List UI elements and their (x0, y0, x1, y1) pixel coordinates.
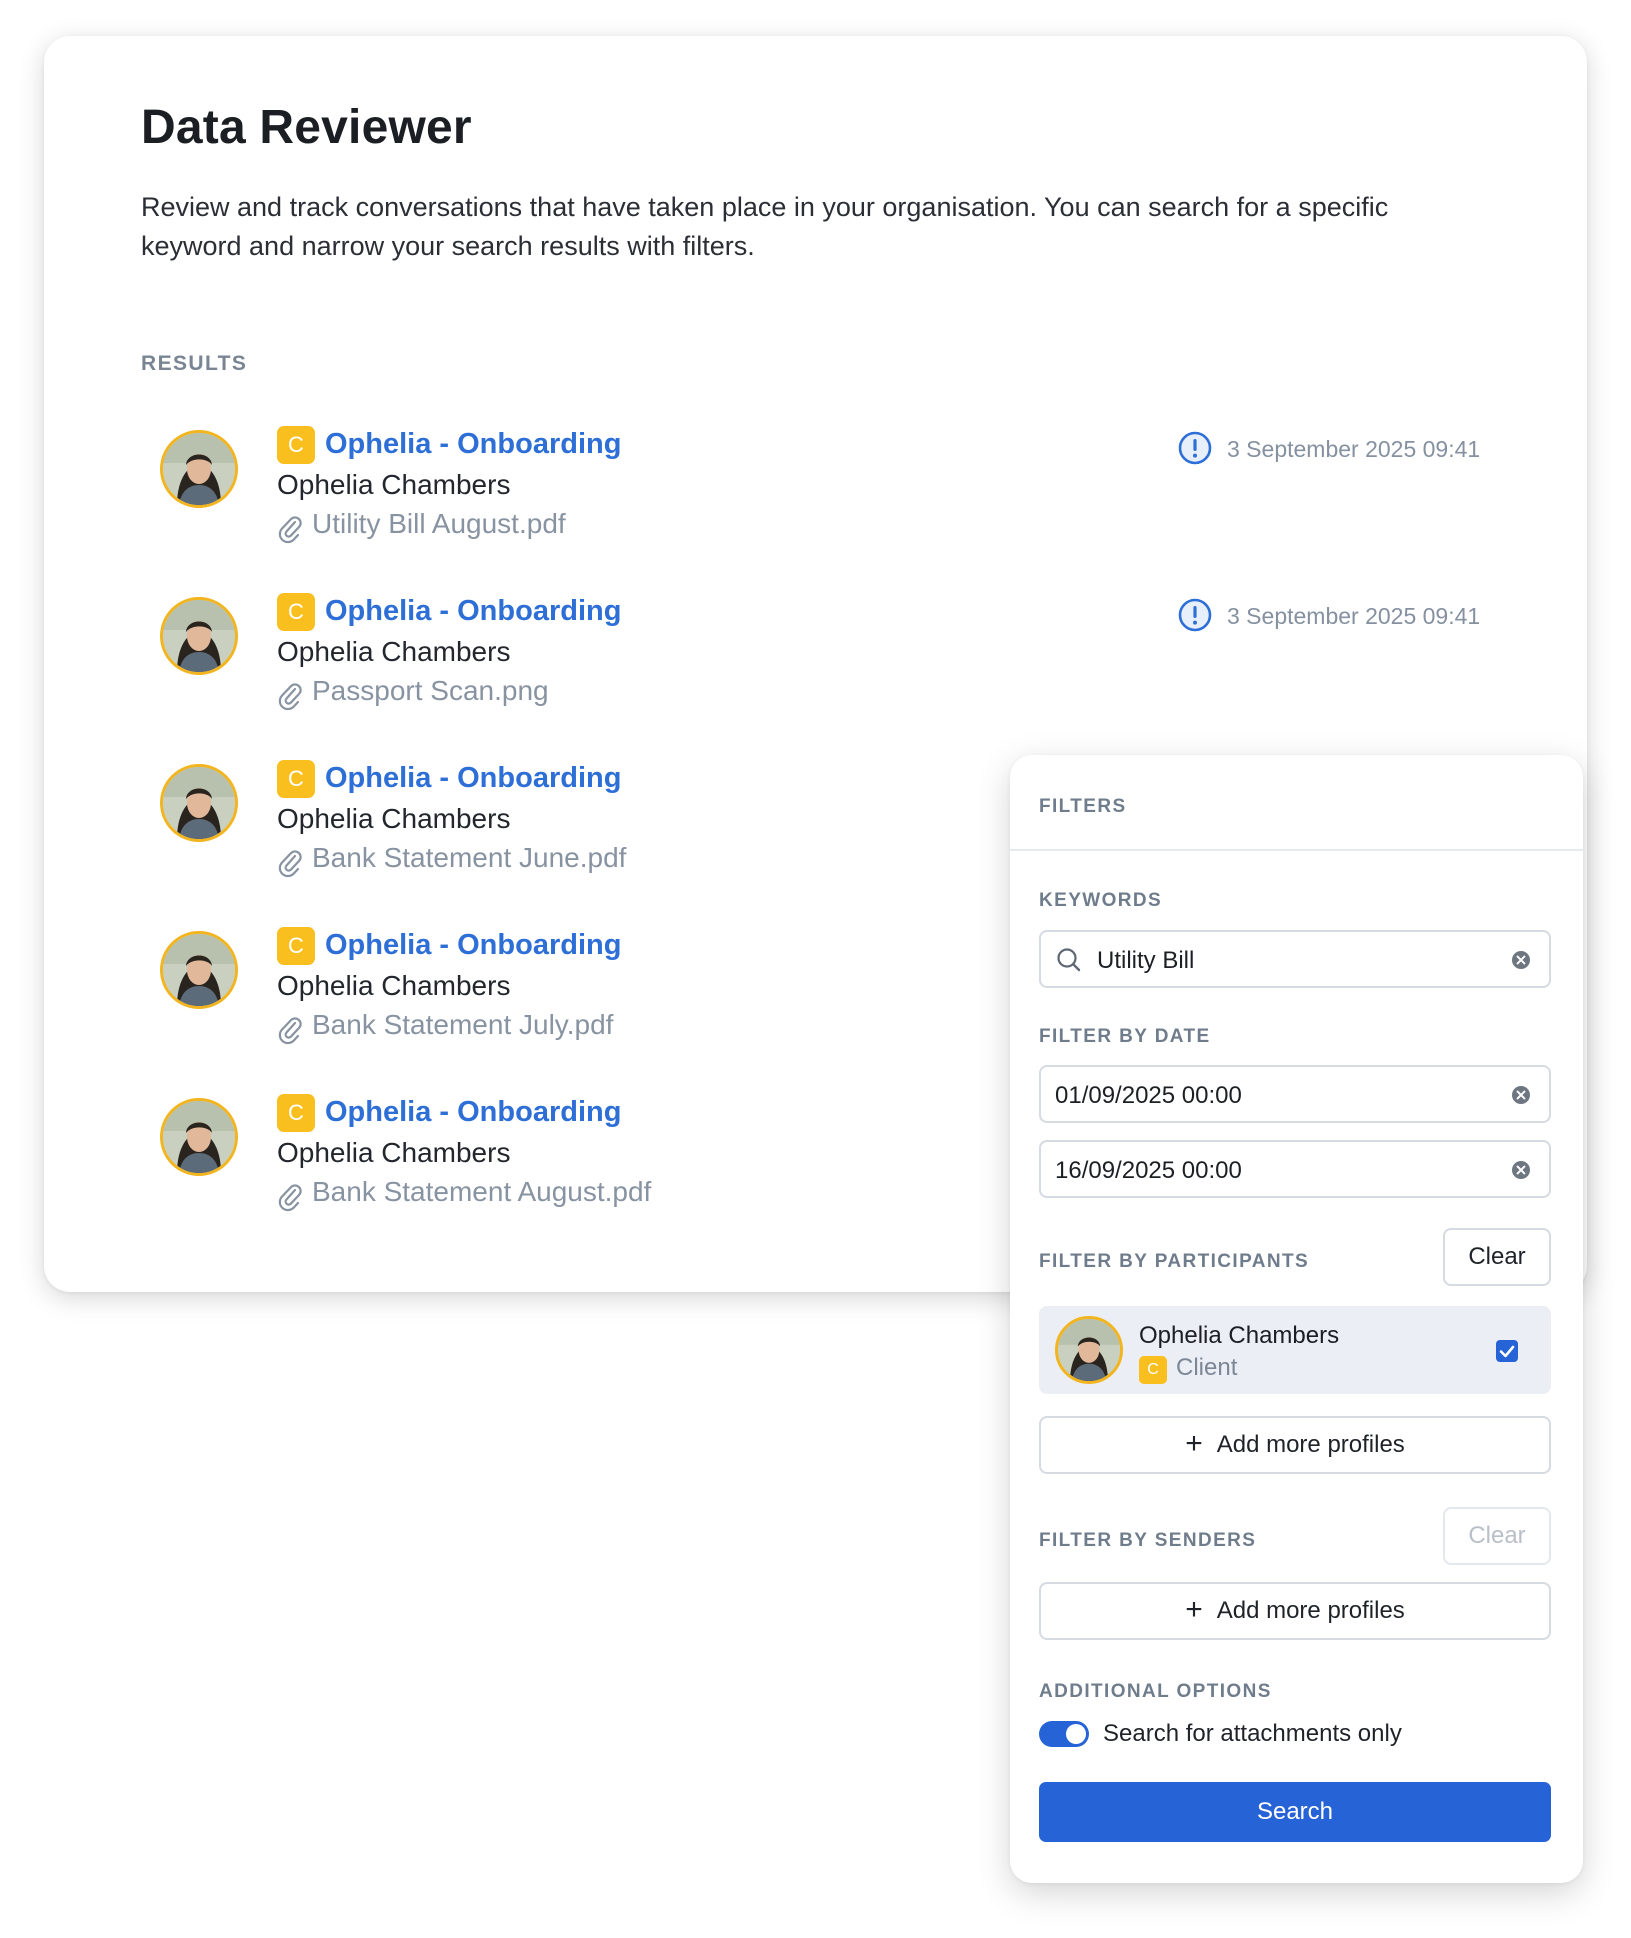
result-timestamp: 3 September 2025 09:41 (1227, 603, 1481, 629)
conversation-title-link[interactable]: Ophelia - Onboarding (325, 762, 621, 795)
clear-icon[interactable] (1511, 950, 1531, 970)
result-row[interactable]: C Ophelia - Onboarding Ophelia Chambers Uti… (44, 426, 1587, 576)
clear-icon[interactable] (1511, 1085, 1531, 1105)
add-participant-profiles-button[interactable]: + Add more profiles (1039, 1416, 1551, 1474)
conversation-title-link[interactable]: Ophelia - Onboarding (325, 929, 621, 962)
clear-participants-button[interactable]: Clear (1443, 1228, 1551, 1286)
alert-circle-icon (1177, 597, 1213, 633)
client-badge: C (277, 1094, 315, 1132)
participant-name: Ophelia Chambers (277, 803, 511, 834)
participant-name: Ophelia Chambers (277, 1137, 511, 1168)
client-badge: C (1139, 1356, 1167, 1384)
participant-name: Ophelia Chambers (1139, 1322, 1340, 1349)
participant-name: Ophelia Chambers (277, 469, 511, 500)
participant-item[interactable]: Ophelia Chambers C Client (1039, 1306, 1551, 1394)
paperclip-icon (277, 514, 303, 544)
attachment-link[interactable]: Passport Scan.png (312, 675, 549, 707)
conversation-title-link[interactable]: Ophelia - Onboarding (325, 595, 621, 628)
add-profiles-label: Add more profiles (1216, 1597, 1405, 1624)
results-label: RESULTS (141, 352, 248, 375)
keyword-value: Utility Bill (1097, 947, 1195, 974)
clear-senders-button[interactable]: Clear (1443, 1507, 1551, 1565)
attachment-link[interactable]: Utility Bill August.pdf (312, 508, 566, 540)
avatar (160, 597, 238, 675)
attachment-link[interactable]: Bank Statement August.pdf (312, 1176, 651, 1208)
avatar (160, 764, 238, 842)
avatar (160, 430, 238, 508)
search-button[interactable]: Search (1039, 1782, 1551, 1842)
participant-name: Ophelia Chambers (277, 636, 511, 667)
plus-icon: + (1185, 1592, 1203, 1626)
client-badge: C (277, 426, 315, 464)
avatar (1055, 1316, 1123, 1384)
avatar (160, 931, 238, 1009)
plus-icon: + (1185, 1426, 1203, 1460)
add-profiles-label: Add more profiles (1216, 1431, 1405, 1458)
participant-role: Client (1176, 1354, 1238, 1381)
search-icon (1057, 948, 1081, 972)
paperclip-icon (277, 681, 303, 711)
paperclip-icon (277, 848, 303, 878)
divider (1010, 849, 1583, 851)
result-timestamp: 3 September 2025 09:41 (1227, 436, 1481, 462)
alert-circle-icon (1177, 430, 1213, 466)
paperclip-icon (277, 1182, 303, 1212)
senders-filter-label: FILTER BY SENDERS (1039, 1530, 1257, 1551)
page-description: Review and track conversations that have… (141, 192, 1389, 261)
attachments-only-toggle[interactable] (1039, 1721, 1089, 1747)
date-from-input[interactable]: 01/09/2025 00:00 (1039, 1065, 1551, 1123)
conversation-title-link[interactable]: Ophelia - Onboarding (325, 1096, 621, 1129)
attachment-link[interactable]: Bank Statement July.pdf (312, 1009, 613, 1041)
filters-title: FILTERS (1039, 796, 1127, 817)
result-row[interactable]: C Ophelia - Onboarding Ophelia Chambers Pas… (44, 593, 1587, 743)
client-badge: C (277, 760, 315, 798)
participants-filter-label: FILTER BY PARTICIPANTS (1039, 1251, 1310, 1272)
keyword-search-input[interactable]: Utility Bill (1039, 930, 1551, 988)
clear-icon[interactable] (1511, 1160, 1531, 1180)
client-badge: C (277, 927, 315, 965)
date-to-input[interactable]: 16/09/2025 00:00 (1039, 1140, 1551, 1198)
date-filter-label: FILTER BY DATE (1039, 1026, 1211, 1047)
date-to-value: 16/09/2025 00:00 (1055, 1157, 1242, 1184)
avatar (160, 1098, 238, 1176)
attachments-only-label: Search for attachments only (1103, 1720, 1402, 1747)
additional-options-label: ADDITIONAL OPTIONS (1039, 1681, 1272, 1702)
add-sender-profiles-button[interactable]: + Add more profiles (1039, 1582, 1551, 1640)
date-from-value: 01/09/2025 00:00 (1055, 1082, 1242, 1109)
filters-panel: FILTERS KEYWORDS Utility Bill FILTER BY … (1010, 755, 1583, 1883)
check-icon (1499, 1345, 1515, 1358)
participant-checkbox[interactable] (1496, 1340, 1518, 1362)
paperclip-icon (277, 1015, 303, 1045)
participant-name: Ophelia Chambers (277, 970, 511, 1001)
client-badge: C (277, 593, 315, 631)
conversation-title-link[interactable]: Ophelia - Onboarding (325, 428, 621, 461)
keywords-label: KEYWORDS (1039, 890, 1163, 911)
attachment-link[interactable]: Bank Statement June.pdf (312, 842, 626, 874)
page-title: Data Reviewer (141, 101, 472, 154)
